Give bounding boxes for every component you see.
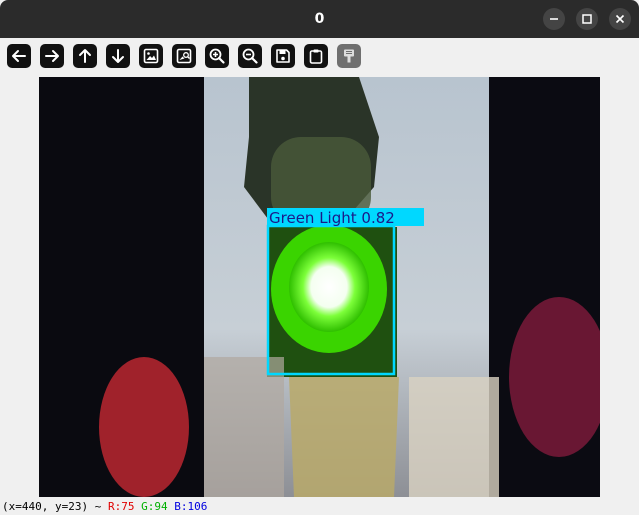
zoom-original-button[interactable]: [172, 44, 196, 68]
cursor-coordinates: (x=440, y=23) ~: [2, 500, 102, 513]
arrow-up-icon: [79, 49, 91, 63]
image-canvas[interactable]: Green Light 0.82: [39, 77, 600, 497]
pan-down-button[interactable]: [106, 44, 130, 68]
save-icon: [276, 49, 290, 63]
toolbar: [0, 38, 639, 76]
zoom-in-button[interactable]: [205, 44, 229, 68]
arrow-down-icon: [112, 49, 124, 63]
maximize-button[interactable]: [576, 8, 598, 30]
properties-button[interactable]: [337, 44, 361, 68]
detection-label: Green Light 0.82: [269, 209, 395, 227]
arrow-left-icon: [12, 50, 26, 62]
title-bar: 0: [0, 0, 639, 38]
fit-image-button[interactable]: [139, 44, 163, 68]
maximize-icon: [582, 14, 592, 24]
status-bar: (x=440, y=23) ~ R:75 G:94 B:106: [0, 498, 639, 515]
pan-left-button[interactable]: [7, 44, 31, 68]
minimize-button[interactable]: [543, 8, 565, 30]
pan-right-button[interactable]: [40, 44, 64, 68]
pixel-blue-value: B:106: [174, 500, 208, 513]
pan-up-button[interactable]: [73, 44, 97, 68]
clipboard-icon: [309, 49, 323, 64]
pixel-red-value: R:75: [107, 500, 135, 513]
zoom-out-icon: [242, 48, 258, 64]
image-icon: [143, 48, 159, 64]
properties-icon: [344, 49, 354, 63]
image-magnify-icon: [176, 48, 192, 64]
save-button[interactable]: [271, 44, 295, 68]
arrow-right-icon: [45, 50, 59, 62]
pixel-green-value: G:94: [141, 500, 168, 513]
copy-clipboard-button[interactable]: [304, 44, 328, 68]
camera-frame: Green Light 0.82: [39, 77, 600, 497]
zoom-out-button[interactable]: [238, 44, 262, 68]
close-icon: [615, 14, 625, 24]
zoom-in-icon: [209, 48, 225, 64]
close-button[interactable]: [609, 8, 631, 30]
minimize-icon: [550, 18, 558, 20]
